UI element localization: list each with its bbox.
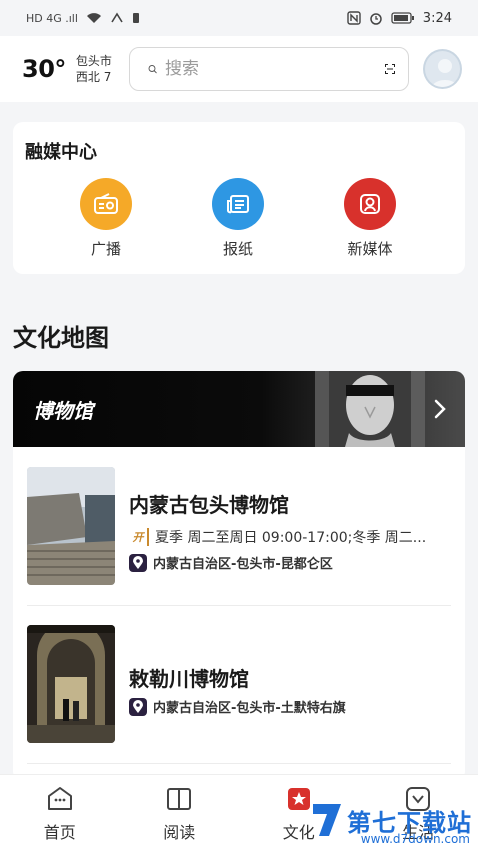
watermark-logo-icon bbox=[313, 804, 341, 836]
media-item-new-media[interactable]: 新媒体 bbox=[325, 178, 415, 259]
tab-label-reading: 阅读 bbox=[163, 823, 196, 842]
opening-hours: 开 夏季 周二至周日 09:00-17:00;冬季 周二... bbox=[129, 527, 449, 547]
divider bbox=[27, 763, 451, 764]
museum-name: 内蒙古包头博物馆 bbox=[129, 493, 289, 517]
temperature: 30° bbox=[22, 55, 66, 83]
media-item-radio[interactable]: 广播 bbox=[61, 178, 151, 259]
media-label-radio: 广播 bbox=[90, 240, 121, 258]
wifi-icon bbox=[86, 13, 101, 23]
weather-meta: 包头市 西北 7 bbox=[76, 53, 112, 85]
new-media-icon bbox=[344, 178, 396, 230]
museum-list: 博物馆 内蒙古包头博物馆 开 夏季 周二至周日 09:00-17:00;冬季 周… bbox=[13, 371, 465, 781]
network-status: HD 4G .ıll bbox=[26, 11, 78, 25]
location-row: 内蒙古自治区-包头市-昆都仑区 bbox=[129, 553, 333, 572]
opening-hours-text: 夏季 周二至周日 09:00-17:00;冬季 周二... bbox=[155, 530, 427, 546]
city-name: 包头市 bbox=[75, 54, 112, 68]
scan-icon[interactable] bbox=[384, 57, 396, 81]
wind-info: 西北 7 bbox=[75, 70, 112, 84]
media-label-new-media: 新媒体 bbox=[347, 240, 393, 258]
battery-small-icon bbox=[132, 13, 139, 23]
avatar[interactable] bbox=[423, 49, 462, 89]
location-text: 内蒙古自治区-包头市-昆都仑区 bbox=[153, 557, 333, 572]
museum-item[interactable]: 内蒙古包头博物馆 开 夏季 周二至周日 09:00-17:00;冬季 周二...… bbox=[13, 447, 465, 602]
museum-name: 敕勒川博物馆 bbox=[129, 667, 249, 691]
location-text: 内蒙古自治区-包头市-土默特右旗 bbox=[153, 701, 346, 716]
status-left: HD 4G .ıll bbox=[26, 12, 140, 25]
museum-photo bbox=[27, 467, 115, 585]
banner-label: 博物馆 bbox=[33, 399, 93, 423]
home-icon bbox=[47, 787, 72, 810]
watermark-url: www.d7down.com bbox=[360, 832, 470, 846]
open-hours-icon: 开 bbox=[129, 528, 149, 546]
media-label-newspaper: 报纸 bbox=[222, 240, 253, 258]
book-icon bbox=[167, 788, 192, 810]
location-pin-icon bbox=[129, 697, 147, 716]
nfc-small-icon bbox=[111, 12, 123, 23]
culture-map-title: 文化地图 bbox=[13, 324, 109, 352]
tab-home[interactable]: 首页 bbox=[20, 785, 100, 850]
radio-icon bbox=[80, 178, 132, 230]
museum-item[interactable]: 敕勒川博物馆 内蒙古自治区-包头市-土默特右旗 bbox=[13, 605, 465, 760]
status-time: 3:24 bbox=[422, 10, 452, 26]
weather-widget[interactable]: 30° 包头市 西北 7 bbox=[22, 53, 123, 85]
location-pin-icon bbox=[129, 553, 147, 572]
museum-banner[interactable]: 博物馆 bbox=[13, 371, 465, 447]
media-item-newspaper[interactable]: 报纸 bbox=[193, 178, 283, 259]
top-header: 30° 包头市 西北 7 bbox=[0, 36, 478, 102]
user-icon bbox=[431, 59, 459, 87]
location-row: 内蒙古自治区-包头市-土默特右旗 bbox=[129, 697, 346, 716]
battery-icon bbox=[391, 12, 414, 24]
search-icon bbox=[148, 65, 157, 74]
chevron-right-icon bbox=[434, 399, 446, 419]
search-bar[interactable] bbox=[129, 47, 410, 91]
nfc-icon bbox=[347, 11, 361, 25]
statue-image bbox=[315, 371, 425, 447]
alarm-icon bbox=[370, 13, 382, 25]
tab-reading[interactable]: 阅读 bbox=[139, 785, 219, 850]
media-center-card: 融媒中心 广播 报纸 新媒体 bbox=[13, 122, 465, 274]
search-input[interactable] bbox=[165, 59, 385, 79]
tab-label-home: 首页 bbox=[43, 823, 76, 842]
museum-photo bbox=[27, 625, 115, 743]
status-bar: HD 4G .ıll 3:24 bbox=[0, 0, 478, 36]
media-center-title: 融媒中心 bbox=[25, 142, 97, 163]
status-right: 3:24 bbox=[347, 11, 452, 26]
newspaper-icon bbox=[212, 178, 264, 230]
